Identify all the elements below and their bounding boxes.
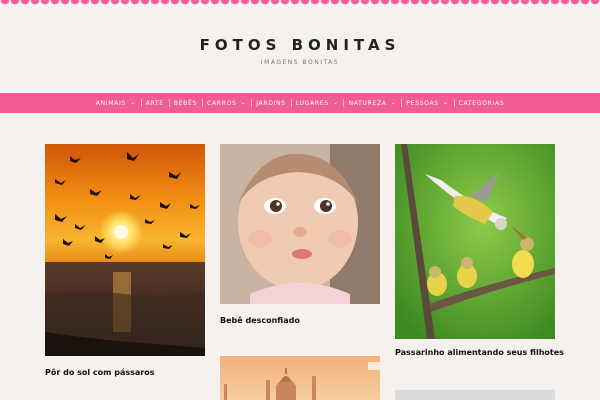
chevron-down-icon: ⌄ <box>390 99 397 106</box>
nav-item-label: ARTE <box>145 99 164 107</box>
nav-item-animais[interactable]: ANIMAIS ⌄ <box>91 93 141 113</box>
nav-item-natureza[interactable]: NATUREZA ⌄ <box>343 93 401 113</box>
nav-item-label: CARROS <box>207 99 237 107</box>
nav-item-jardins[interactable]: JARDINS <box>251 93 291 113</box>
nav-item-label: NATUREZA <box>348 99 387 107</box>
nav-item-label: BEBÊS <box>173 99 197 107</box>
nav-item-arte[interactable]: ARTE <box>140 93 169 113</box>
nav-item-label: CATEGORIAS <box>458 99 505 107</box>
chevron-down-icon: ⌄ <box>240 99 247 106</box>
nav-item-carros[interactable]: CARROS ⌄ <box>202 93 251 113</box>
nav-item-label: PESSOAS <box>406 99 439 107</box>
bird-feeding-chicks-image[interactable] <box>395 144 555 339</box>
sunset-birds-image[interactable] <box>45 144 205 356</box>
post-card-sunset[interactable]: Pôr do sol com pássaros <box>45 144 205 384</box>
nav-item-lugares[interactable]: LUGARES ⌄ <box>290 93 344 113</box>
post-title[interactable]: Bebê desconfiado <box>220 316 300 325</box>
chevron-down-icon: ⌄ <box>332 99 339 106</box>
nav-item-label: LUGARES <box>295 99 329 107</box>
site-title[interactable]: FOTOS BONITAS <box>0 36 600 54</box>
nav-item-label: JARDINS <box>256 99 286 107</box>
nav-item-pessoas[interactable]: PESSOAS ⌄ <box>401 93 453 113</box>
chevron-down-icon: ⌄ <box>129 99 136 106</box>
nav-item-label: ANIMAIS <box>95 99 126 107</box>
partial-image[interactable] <box>395 390 555 400</box>
site-header: FOTOS BONITAS IMAGENS BONITAS <box>0 0 600 93</box>
post-card-birds[interactable]: Passarinho alimentando seus filhotes <box>395 144 564 364</box>
post-title[interactable]: Pôr do sol com pássaros <box>45 368 155 377</box>
site-tagline: IMAGENS BONITAS <box>260 59 340 66</box>
main-navigation: ANIMAIS ⌄ ARTE BEBÊS CARROS ⌄ JARDINS LU… <box>0 93 600 113</box>
post-card-partial[interactable] <box>395 390 555 400</box>
post-card-taj-mahal[interactable] <box>220 356 380 400</box>
nav-item-bebes[interactable]: BEBÊS <box>168 93 202 113</box>
chevron-down-icon: ⌄ <box>442 99 449 106</box>
post-card-baby[interactable]: Bebê desconfiado <box>220 144 380 329</box>
post-title[interactable]: Passarinho alimentando seus filhotes <box>395 348 564 357</box>
taj-mahal-image[interactable] <box>220 356 380 400</box>
nav-item-categorias[interactable]: CATEGORIAS <box>453 93 510 113</box>
baby-face-image[interactable] <box>220 144 380 304</box>
